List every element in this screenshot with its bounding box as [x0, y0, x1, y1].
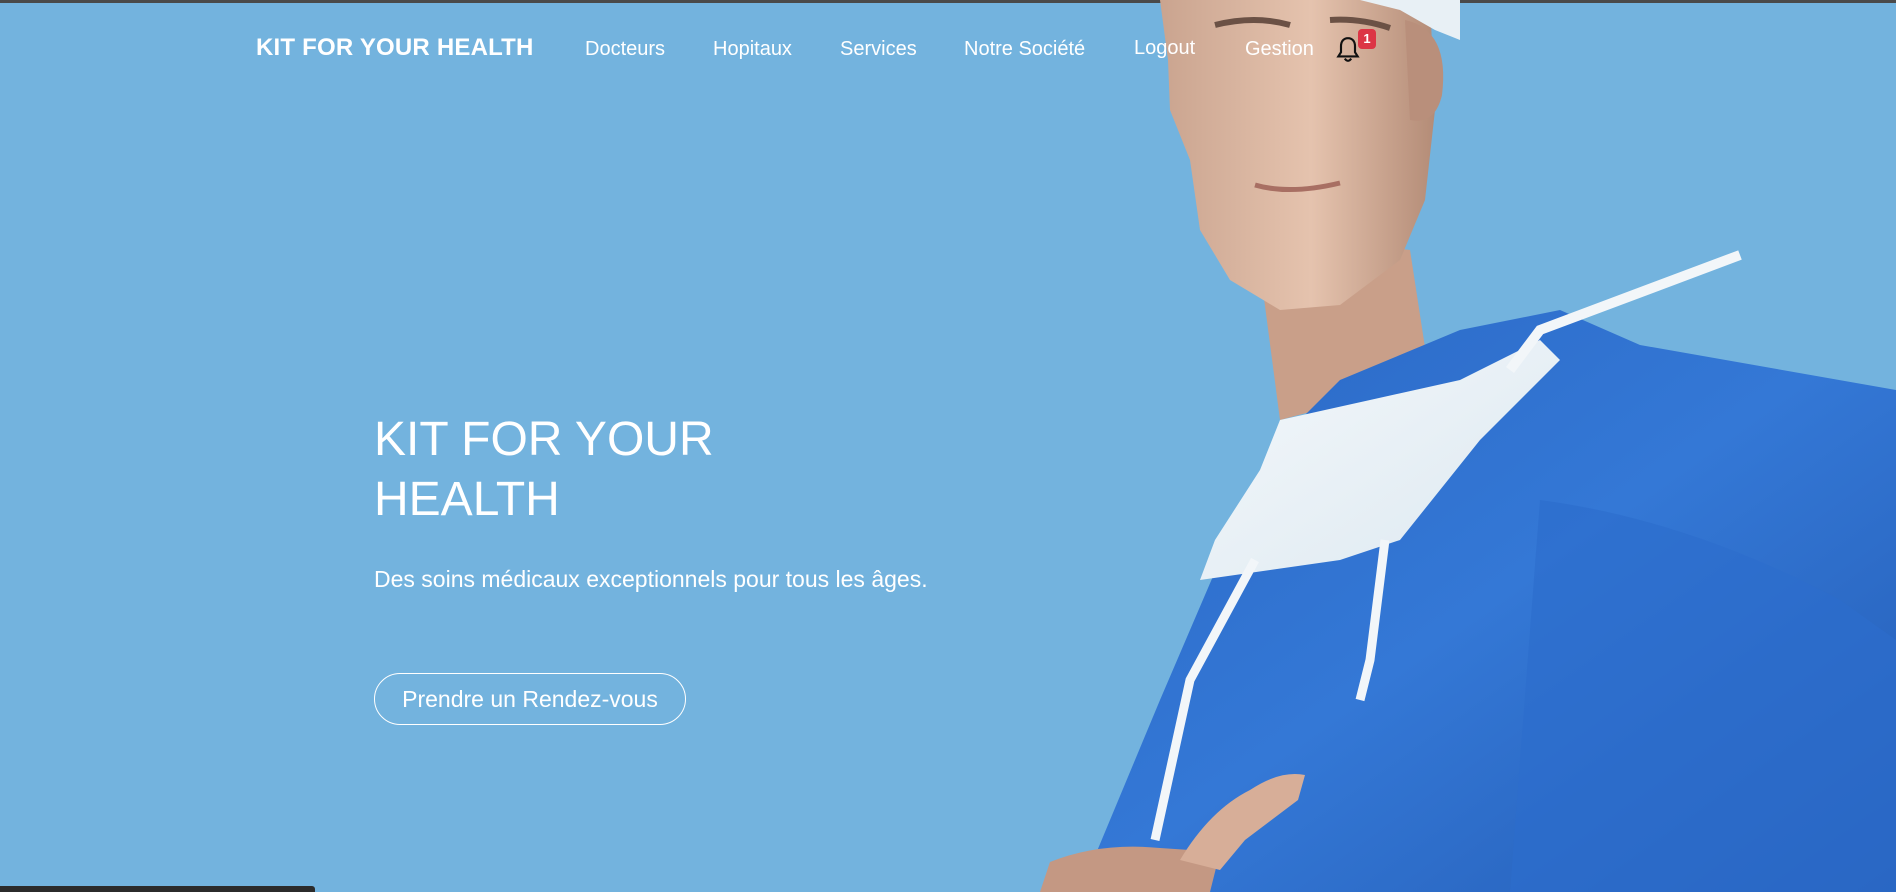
book-appointment-button[interactable]: Prendre un Rendez-vous — [374, 673, 686, 725]
top-navbar: KIT FOR YOUR HEALTH Docteurs Hopitaux Se… — [0, 0, 1896, 100]
nav-item-notre-societe[interactable]: Notre Société — [964, 38, 1085, 61]
landing-page: KIT FOR YOUR HEALTH Docteurs Hopitaux Se… — [0, 0, 1896, 892]
doctor-hero-image — [1040, 0, 1896, 892]
nav-item-hopitaux[interactable]: Hopitaux — [713, 38, 792, 61]
bottom-status-bar — [0, 886, 315, 892]
nav-item-gestion[interactable]: Gestion — [1245, 38, 1314, 61]
nav-item-services[interactable]: Services — [840, 38, 917, 61]
notification-badge: 1 — [1358, 29, 1376, 49]
hero-title: KIT FOR YOUR HEALTH — [374, 413, 714, 526]
nav-item-logout[interactable]: Logout — [1134, 37, 1195, 60]
hero-subtitle: Des soins médicaux exceptionnels pour to… — [374, 566, 928, 592]
nav-item-docteurs[interactable]: Docteurs — [585, 38, 665, 61]
brand-logo-link[interactable]: KIT FOR YOUR HEALTH — [256, 34, 534, 62]
